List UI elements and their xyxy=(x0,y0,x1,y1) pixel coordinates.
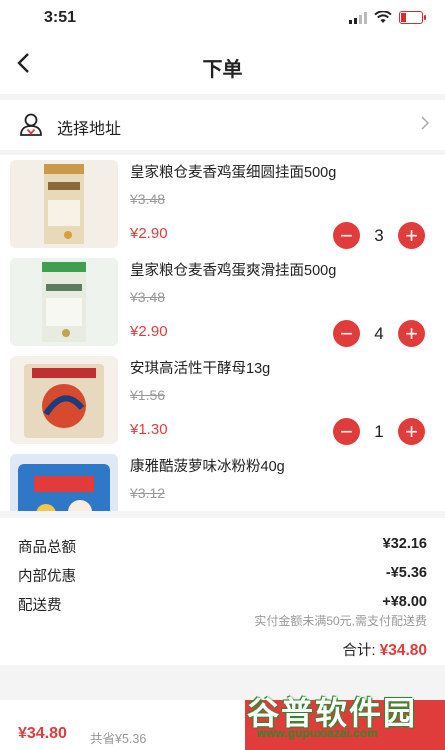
original-price: ¥3.12 xyxy=(130,485,166,501)
list-item: 康雅酷菠萝味冰粉粉40g ¥3.12 xyxy=(0,449,445,511)
product-name: 康雅酷菠萝味冰粉粉40g xyxy=(130,459,285,475)
watermark-logo: 谷普软件园 www.gupuxiazai.com xyxy=(247,688,437,748)
product-name: 皇家粮仓麦香鸡蛋细圆挂面500g xyxy=(130,165,337,181)
footer-saved: 共省¥5.36 xyxy=(90,732,147,746)
discount-label: 内部优惠 xyxy=(18,569,76,585)
watermark-url: www.gupuxiazai.com xyxy=(257,726,378,740)
quantity-stepper: − 1 + xyxy=(333,418,425,445)
nav-bar: 下单 xyxy=(0,38,445,94)
minus-button[interactable]: − xyxy=(333,418,360,445)
product-name: 皇家粮仓麦香鸡蛋爽滑挂面500g xyxy=(130,263,337,279)
product-image xyxy=(10,454,118,511)
list-item: 皇家粮仓麦香鸡蛋细圆挂面500g ¥3.48 ¥2.90 − 3 + xyxy=(0,155,445,253)
plus-button[interactable]: + xyxy=(398,320,425,347)
goods-total-value: ¥32.16 xyxy=(382,536,427,552)
original-price: ¥3.48 xyxy=(130,289,166,305)
sale-price: ¥2.90 xyxy=(130,225,168,242)
signal-icon xyxy=(349,11,367,24)
wifi-icon xyxy=(374,11,392,23)
page-title: 下单 xyxy=(202,59,243,81)
minus-button[interactable]: − xyxy=(333,320,360,347)
delivery-value: +¥8.00 xyxy=(382,594,427,610)
total-label: 合计: xyxy=(342,643,376,659)
quantity-stepper: − 3 + xyxy=(333,222,425,249)
product-image xyxy=(10,258,118,346)
battery-icon xyxy=(399,11,426,24)
quantity-stepper: − 4 + xyxy=(333,320,425,347)
status-icons xyxy=(349,11,426,24)
status-bar: 3:51 xyxy=(0,0,445,38)
delivery-label: 配送费 xyxy=(18,598,62,614)
discount-value: -¥5.36 xyxy=(385,565,427,581)
goods-total-label: 商品总额 xyxy=(18,540,76,556)
plus-button[interactable]: + xyxy=(398,222,425,249)
address-label: 选择地址 xyxy=(57,121,122,138)
original-price: ¥3.48 xyxy=(130,191,166,207)
original-price: ¥1.56 xyxy=(130,387,166,403)
discount-row: 内部优惠 -¥5.36 xyxy=(18,565,427,586)
sale-price: ¥2.90 xyxy=(130,323,168,340)
list-item: 安琪高活性干酵母13g ¥1.56 ¥1.30 − 1 + xyxy=(0,351,445,449)
quantity-value: 3 xyxy=(374,225,384,245)
quantity-value: 4 xyxy=(374,323,384,343)
address-selector[interactable]: 选择地址 xyxy=(0,100,445,150)
product-name: 安琪高活性干酵母13g xyxy=(130,361,271,377)
goods-list[interactable]: 皇家粮仓麦香鸡蛋细圆挂面500g ¥3.48 ¥2.90 − 3 + 皇家粮仓麦… xyxy=(0,155,445,511)
sale-price: ¥1.30 xyxy=(130,421,168,438)
chevron-right-icon xyxy=(421,113,430,136)
list-item: 皇家粮仓麦香鸡蛋爽滑挂面500g ¥3.48 ¥2.90 − 4 + xyxy=(0,253,445,351)
quantity-value: 1 xyxy=(374,421,384,441)
footer-price: ¥34.80 xyxy=(18,725,67,742)
total-value: ¥34.80 xyxy=(379,642,427,659)
plus-button[interactable]: + xyxy=(398,418,425,445)
product-image xyxy=(10,356,118,444)
minus-button[interactable]: − xyxy=(333,222,360,249)
goods-total-row: 商品总额 ¥32.16 xyxy=(18,536,427,557)
user-location-icon xyxy=(18,112,44,143)
total-row: 合计: ¥34.80 xyxy=(343,639,427,660)
status-time: 3:51 xyxy=(44,9,77,26)
product-image xyxy=(10,160,118,248)
order-summary: 商品总额 ¥32.16 内部优惠 -¥5.36 配送费 +¥8.00 实付金额未… xyxy=(0,518,445,665)
delivery-note: 实付金额未满50元,需支付配送费 xyxy=(254,614,427,628)
